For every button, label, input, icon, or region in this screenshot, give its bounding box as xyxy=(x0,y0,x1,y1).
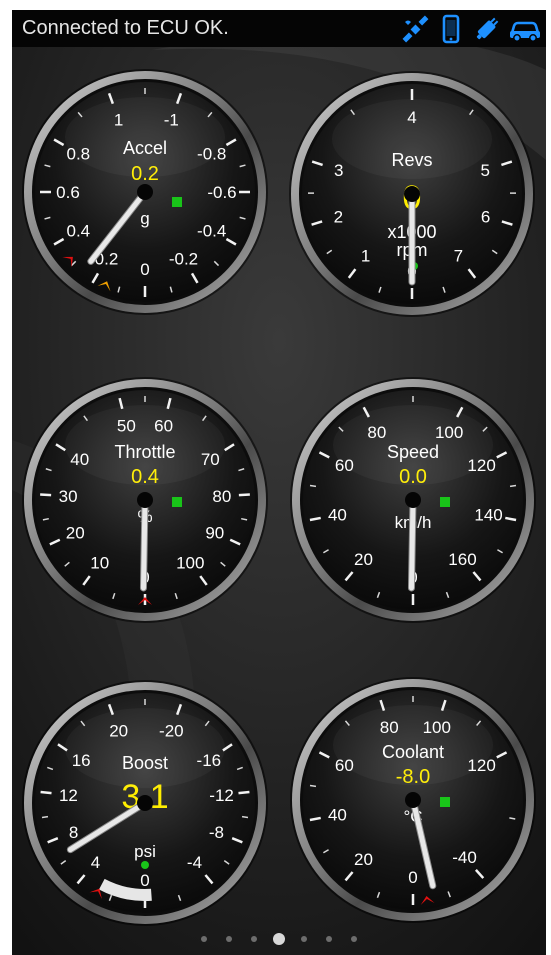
page-dot[interactable] xyxy=(301,936,307,942)
gauge-accel[interactable]: 0.20.40.60.81 -1-0.8-0.6-0.4-0.20Accel0.2… xyxy=(22,69,268,315)
page-dot[interactable] xyxy=(351,936,357,942)
tick-label: 100 xyxy=(176,553,204,572)
tick-label: -12 xyxy=(209,786,234,805)
needle xyxy=(140,497,148,591)
tick-label: -0.6 xyxy=(207,183,236,202)
page-dot[interactable] xyxy=(326,936,332,942)
needle-hub xyxy=(137,795,153,811)
status-indicator xyxy=(172,197,182,207)
page-indicator[interactable] xyxy=(12,933,546,947)
minor-tick xyxy=(241,815,249,819)
glass-highlight xyxy=(333,705,493,785)
gauge-revs[interactable]: 01234567Revs0x1000rpm xyxy=(289,71,535,317)
gauge-coolant[interactable]: 020406080 100120-40Coolant-8.0°C xyxy=(290,677,536,923)
page-dot[interactable] xyxy=(201,936,207,942)
needle-hub xyxy=(404,186,420,202)
gauge-unit: psi xyxy=(134,842,156,861)
tick-label: 40 xyxy=(328,806,347,825)
needle-hub xyxy=(137,492,153,508)
tick-label: -0.2 xyxy=(169,250,198,269)
tick-label: 1 xyxy=(361,246,370,265)
tick-label: 160 xyxy=(448,550,476,569)
status-indicator xyxy=(440,797,450,807)
tick-label: 8 xyxy=(69,823,78,842)
tick-label: 7 xyxy=(454,246,463,265)
tick-label: 10 xyxy=(90,553,109,572)
tick-label: 12 xyxy=(59,786,78,805)
gauge-grid: 0.20.40.60.81 -1-0.8-0.6-0.4-0.20Accel0.2… xyxy=(22,69,536,926)
tick-label: 0 xyxy=(140,260,149,279)
tick-label: -8 xyxy=(209,823,224,842)
tick-label: 140 xyxy=(474,506,502,525)
tick-label: 6 xyxy=(481,208,490,227)
tick-label: 4 xyxy=(91,853,100,872)
tick-label: 2 xyxy=(334,208,343,227)
minor-tick xyxy=(509,484,517,488)
glass-highlight xyxy=(65,405,225,485)
tick-label: 40 xyxy=(328,506,347,525)
minor-tick xyxy=(309,784,317,788)
major-tick xyxy=(40,493,52,497)
major-tick xyxy=(238,493,250,497)
gauge-speed[interactable]: 020406080100120140160Speed0.0km/h xyxy=(290,377,536,623)
status-indicator xyxy=(172,497,182,507)
minor-tick xyxy=(41,815,49,819)
needle-hub xyxy=(405,792,421,808)
status-indicator xyxy=(440,497,450,507)
needle-hub xyxy=(405,492,421,508)
status-indicator xyxy=(141,861,149,869)
glass-highlight xyxy=(65,97,225,177)
tick-label: 20 xyxy=(354,550,373,569)
tick-label: -0.4 xyxy=(197,222,226,241)
page-dot[interactable] xyxy=(273,933,285,945)
gauge-boost[interactable]: 48121620-20-16-12-8-40Boost3.1psi xyxy=(22,680,268,926)
tick-label: -40 xyxy=(452,848,477,867)
tick-label: 5 xyxy=(480,161,489,180)
major-tick xyxy=(238,790,250,795)
tick-label: 90 xyxy=(205,524,224,543)
gauge-unit: g xyxy=(140,209,149,228)
glass-highlight xyxy=(333,405,493,485)
tick-label: 0 xyxy=(140,871,149,890)
gauge-throttle[interactable]: 0102030405060708090100Throttle0.4% xyxy=(22,377,268,623)
app-screen: Connected to ECU OK. 0.2 0.4 0.6 0.8 1 -… xyxy=(12,10,546,955)
tick-label: 3 xyxy=(334,161,343,180)
glass-highlight xyxy=(65,708,225,788)
tick-label: 30 xyxy=(59,487,78,506)
tick-label: 80 xyxy=(212,487,231,506)
minor-tick xyxy=(309,484,317,488)
glass-highlight xyxy=(332,99,492,179)
tick-label: -4 xyxy=(187,853,202,872)
tick-label: 0.4 xyxy=(66,222,90,241)
tick-label: 20 xyxy=(66,524,85,543)
major-tick xyxy=(40,790,52,795)
needle-hub xyxy=(137,184,153,200)
tick-label: 0.6 xyxy=(56,183,80,202)
needle xyxy=(408,497,416,591)
page-dot[interactable] xyxy=(251,936,257,942)
tick-label: 0 xyxy=(408,868,417,887)
page-dot[interactable] xyxy=(226,936,232,942)
tick-label: 20 xyxy=(354,850,373,869)
